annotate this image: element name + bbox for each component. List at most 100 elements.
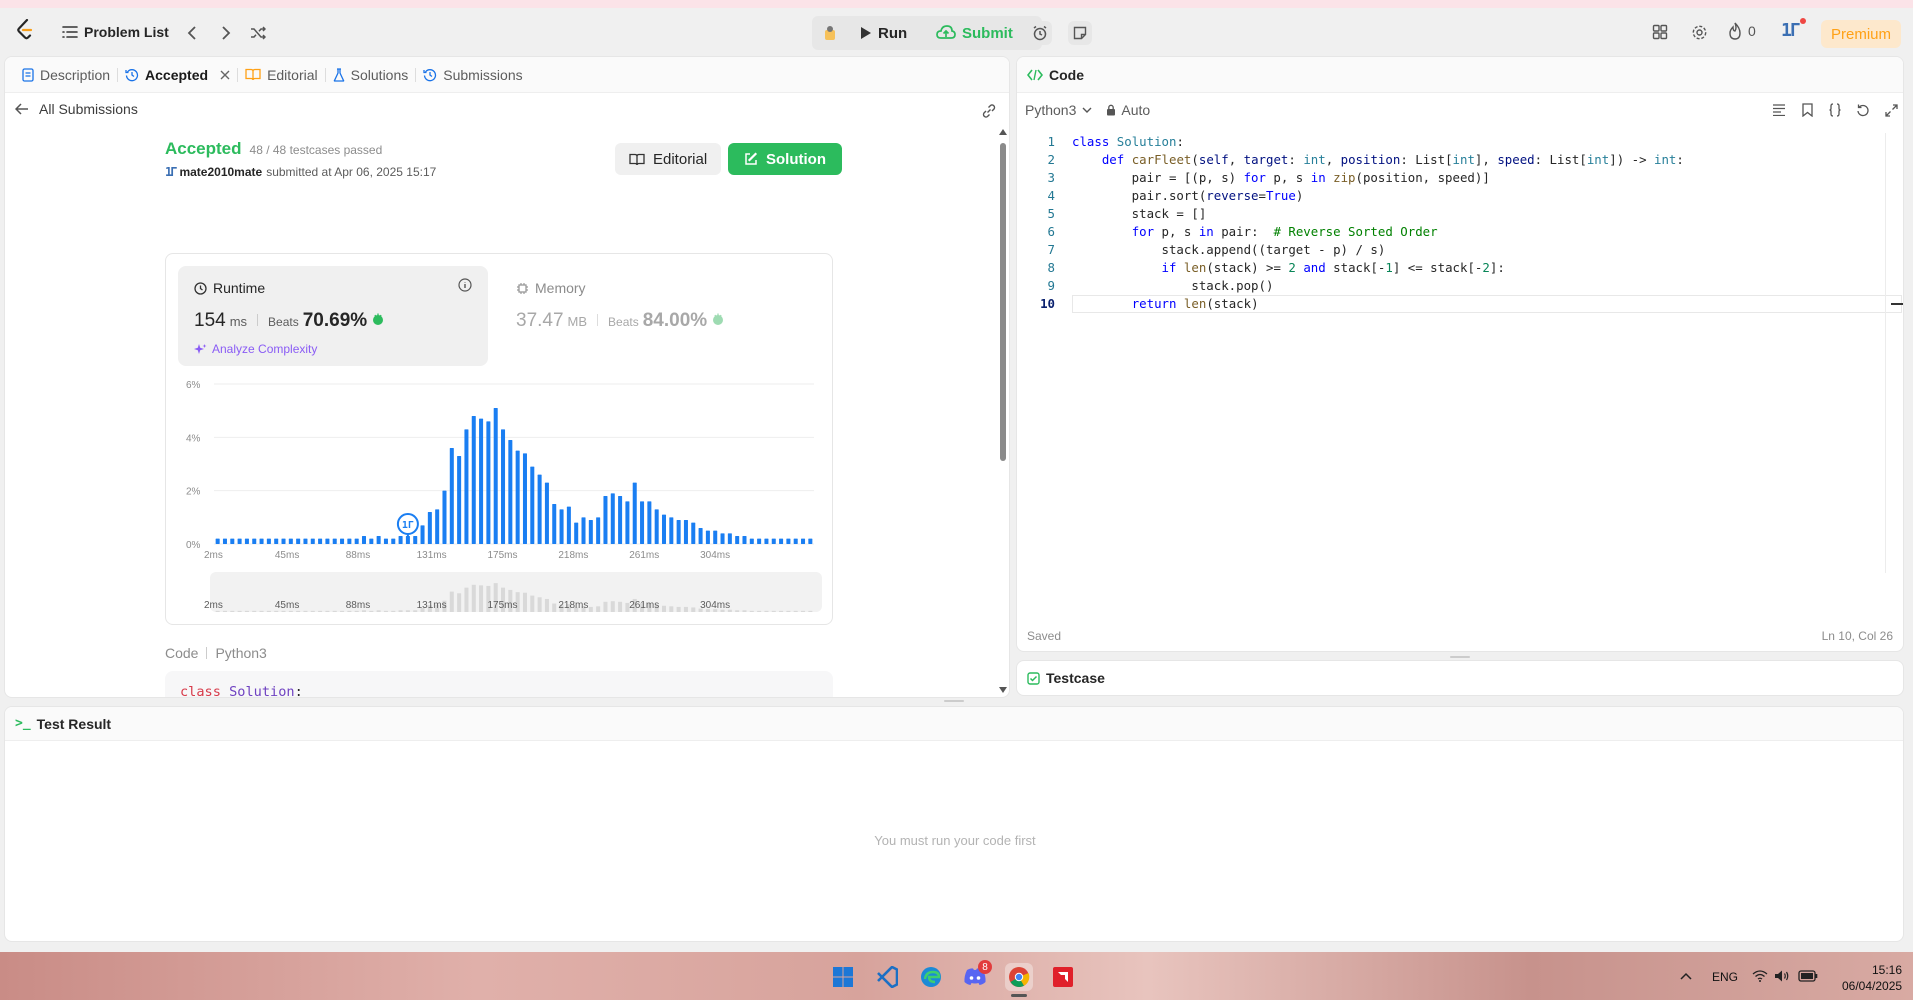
distribution-bar xyxy=(669,517,674,544)
timer-icon[interactable] xyxy=(1028,21,1052,45)
editorial-button[interactable]: Editorial xyxy=(615,143,722,175)
overview-bar xyxy=(749,610,754,612)
premium-button[interactable]: Premium xyxy=(1821,20,1902,48)
problem-list-button[interactable]: Problem List xyxy=(52,16,179,48)
left-scrollbar[interactable] xyxy=(997,129,1009,695)
scroll-down-arrow-icon[interactable] xyxy=(999,687,1007,693)
editor-actions xyxy=(1771,101,1899,119)
overview-bar xyxy=(405,610,410,612)
distribution-bar xyxy=(486,421,491,544)
beats-hand-icon xyxy=(371,312,385,326)
submit-button[interactable]: Submit xyxy=(926,17,1023,49)
overview-bar xyxy=(479,585,484,612)
memory-value: 37.47 xyxy=(516,310,564,331)
share-link-icon[interactable] xyxy=(979,101,999,121)
x-tick-label: 261ms xyxy=(629,550,659,561)
windows-start-icon[interactable] xyxy=(829,963,857,991)
overview-bar xyxy=(610,601,615,612)
username[interactable]: mate2010mate xyxy=(179,165,262,179)
input-language[interactable]: ENG xyxy=(1712,970,1738,984)
tab-solutions[interactable]: Solutions xyxy=(326,57,416,93)
cloud-upload-icon xyxy=(936,25,956,41)
next-problem-icon[interactable] xyxy=(216,23,236,43)
chrome-icon[interactable] xyxy=(1005,963,1033,991)
close-tab-icon[interactable] xyxy=(220,70,230,80)
code-line: pair.sort(reverse=True) xyxy=(1072,188,1304,203)
overview-bar xyxy=(588,606,593,612)
bookmark-icon[interactable] xyxy=(1799,101,1815,119)
runtime-tile[interactable]: Runtime 154 ms Beats 70.69% Analyze Comp… xyxy=(178,266,488,366)
resize-handle[interactable] xyxy=(944,700,964,702)
shuffle-icon[interactable] xyxy=(248,23,268,43)
overview-bar xyxy=(376,610,381,612)
wifi-icon[interactable] xyxy=(1752,968,1768,984)
distribution-bar xyxy=(522,453,527,544)
list-icon xyxy=(62,25,78,39)
overview-bar xyxy=(808,610,813,612)
tab-submissions-label: Submissions xyxy=(443,66,523,83)
layout-icon[interactable] xyxy=(1650,22,1670,42)
scroll-thumb[interactable] xyxy=(1000,143,1006,461)
status-accepted: Accepted xyxy=(165,139,242,158)
debug-icon[interactable] xyxy=(818,22,842,44)
resize-handle[interactable] xyxy=(1450,656,1470,658)
all-submissions-link[interactable]: All Submissions xyxy=(15,101,138,117)
chevron-up-icon[interactable] xyxy=(1678,968,1694,984)
overview-bar xyxy=(522,592,527,612)
language-select[interactable]: Python3 xyxy=(1025,102,1092,118)
auto-mode-toggle[interactable]: Auto xyxy=(1106,102,1150,118)
volume-icon[interactable] xyxy=(1774,968,1790,984)
lock-icon xyxy=(1106,104,1116,116)
overview-tick-label: 45ms xyxy=(275,600,299,611)
y-tick-label: 4% xyxy=(186,433,201,444)
overview-bar xyxy=(764,610,769,612)
info-icon[interactable] xyxy=(458,278,472,292)
overview-bar xyxy=(340,610,345,612)
previous-problem-icon[interactable] xyxy=(182,23,202,43)
distribution-bar xyxy=(508,440,513,544)
code-area[interactable]: 1 2 3 4 5 6 7 8 9 10 class Solution: def… xyxy=(1017,133,1903,573)
tab-submissions[interactable]: Submissions xyxy=(416,57,529,93)
amd-software-icon[interactable] xyxy=(1049,963,1077,991)
terminal-icon: >_ xyxy=(15,716,31,731)
left-tab-bar: Description Accepted Editorial Solutions… xyxy=(5,57,1009,93)
notes-icon[interactable] xyxy=(1068,21,1092,45)
y-tick-label: 6% xyxy=(186,380,201,391)
distribution-bar xyxy=(215,538,220,544)
reset-icon[interactable] xyxy=(1855,101,1871,119)
arrow-left-icon xyxy=(15,103,29,115)
runtime-values: 154 ms Beats 70.69% xyxy=(194,310,385,332)
settings-gear-icon[interactable] xyxy=(1689,22,1709,42)
streak-counter[interactable]: 0 xyxy=(1728,22,1756,40)
overview-bar xyxy=(757,610,762,612)
leetcode-logo-icon[interactable] xyxy=(14,18,36,42)
run-button[interactable]: Run xyxy=(850,17,917,49)
scroll-up-arrow-icon[interactable] xyxy=(999,129,1007,135)
distribution-bar xyxy=(347,538,352,544)
distribution-bar xyxy=(537,474,542,544)
system-clock[interactable]: 15:16 06/04/2025 xyxy=(1842,962,1902,994)
expand-icon[interactable] xyxy=(1883,101,1899,119)
distribution-bar xyxy=(413,536,418,544)
runtime-distribution-chart[interactable]: 6% 4% 2% 0% 1Γ 2ms 45ms 88ms 131ms 175ms 218ms 261m… xyxy=(166,374,832,624)
memory-tile[interactable]: Memory 37.47 MB Beats 84.00% xyxy=(500,266,810,366)
distribution-bar xyxy=(574,522,579,544)
code-line: def carFleet(self, target: int, position… xyxy=(1101,152,1684,167)
format-lines-icon[interactable] xyxy=(1771,101,1787,119)
tab-editorial[interactable]: Editorial xyxy=(238,57,325,93)
analyze-label: Analyze Complexity xyxy=(212,342,318,356)
tab-description[interactable]: Description xyxy=(15,57,117,93)
braces-icon[interactable] xyxy=(1827,101,1843,119)
scroll-position-marker xyxy=(1891,303,1903,305)
distribution-bar xyxy=(493,408,498,544)
battery-icon[interactable] xyxy=(1798,968,1818,984)
submit-label: Submit xyxy=(962,24,1013,42)
tab-accepted[interactable]: Accepted xyxy=(118,57,237,93)
solution-button[interactable]: Solution xyxy=(728,143,842,175)
vscode-icon[interactable] xyxy=(873,963,901,991)
analyze-complexity-link[interactable]: Analyze Complexity xyxy=(194,342,317,356)
user-avatar[interactable]: 1Γ xyxy=(1781,18,1806,42)
testcase-panel[interactable]: Testcase xyxy=(1016,660,1904,696)
code-label: Code xyxy=(165,645,199,661)
edge-browser-icon[interactable] xyxy=(917,963,945,991)
